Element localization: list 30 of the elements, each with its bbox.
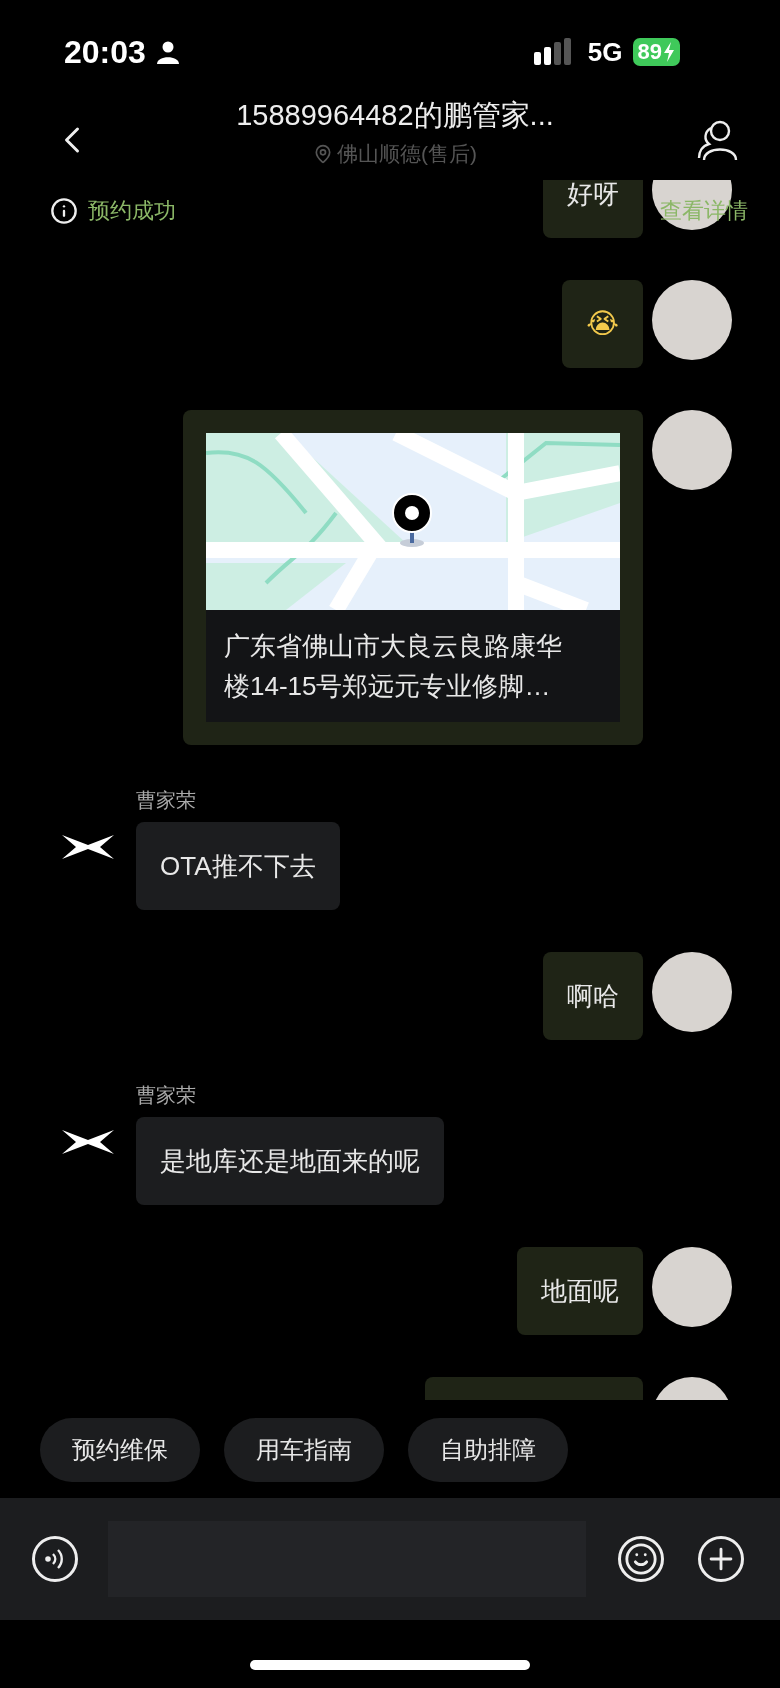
crying-emoji: 😭 <box>586 307 619 340</box>
sender-name: 曹家荣 <box>136 788 197 813</box>
chat-subtitle: 佛山顺德(售后) <box>337 141 477 167</box>
message-bubble: 好呀 <box>543 180 643 238</box>
person-icon <box>155 40 180 64</box>
message-bubble: 啊哈 <box>543 952 643 1040</box>
emoji-button[interactable] <box>618 1536 664 1582</box>
signal-icon <box>533 38 572 66</box>
chat-title: 15889964482的鹏管家... <box>236 98 554 133</box>
status-time: 20:03 <box>64 33 146 71</box>
battery-percent: 89 <box>637 39 662 65</box>
quick-reply-button[interactable]: 预约维保 <box>40 1418 200 1482</box>
quick-reply-button[interactable]: 自助排障 <box>408 1418 568 1482</box>
bolt-icon <box>663 42 675 62</box>
people-icon <box>696 118 740 162</box>
add-button[interactable] <box>698 1536 744 1582</box>
location-card[interactable]: 广东省佛山市大良云良路康华楼14-15号郑远元专业修脚… <box>183 410 643 745</box>
message-bubble: 是地库还是地面来的呢 <box>136 1117 444 1205</box>
quick-reply-button[interactable]: 用车指南 <box>224 1418 384 1482</box>
message-bubble: OTA推不下去 <box>136 822 340 910</box>
location-pin-icon <box>313 144 333 164</box>
booking-status: 预约成功 <box>88 197 176 225</box>
sender-name: 曹家荣 <box>136 1083 197 1108</box>
info-icon <box>50 197 78 225</box>
network-label: 5G <box>587 36 623 68</box>
voice-button[interactable] <box>32 1536 78 1582</box>
address-text: 广东省佛山市大良云良路康华楼14-15号郑远元专业修脚… <box>224 630 563 703</box>
message-bubble: 地面呢 <box>517 1247 643 1335</box>
contacts-button[interactable] <box>696 118 740 162</box>
smile-icon <box>624 1542 658 1576</box>
